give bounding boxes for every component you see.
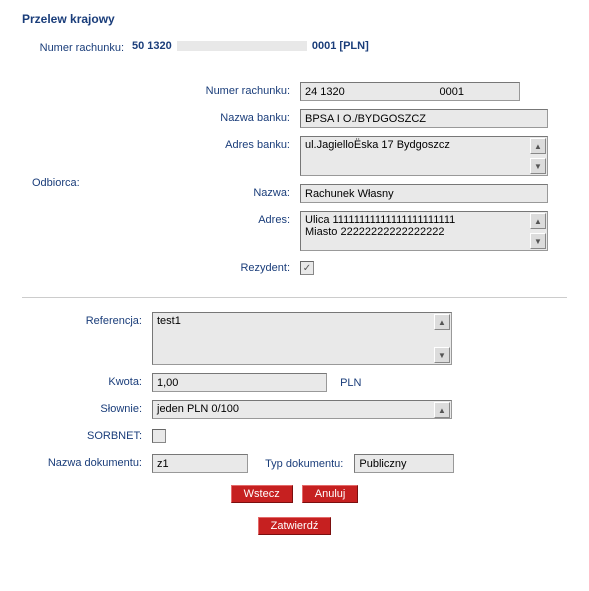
own-account-value: 50 1320 0001 [PLN] [132, 40, 567, 52]
reference-label: Referencja: [22, 312, 152, 327]
scroll-up-icon[interactable]: ▲ [530, 138, 546, 154]
recipient-section-label: Odbiorca: [22, 177, 112, 189]
own-account-label: Numer rachunku: [22, 40, 132, 54]
scroll-down-icon[interactable]: ▼ [530, 158, 546, 174]
doctype-label: Typ dokumentu: [265, 458, 343, 470]
scroll-down-icon[interactable]: ▼ [530, 233, 546, 249]
recipient-account-label: Numer rachunku: [112, 82, 300, 97]
resident-checkbox[interactable]: ✓ [300, 261, 314, 275]
bank-address-label: Adres banku: [112, 136, 300, 151]
form-container: Przelew krajowy Numer rachunku: 50 1320 … [0, 0, 589, 555]
own-account-prefix: 50 1320 [132, 40, 172, 52]
docname-label: Nazwa dokumentu: [22, 454, 152, 469]
amount-label: Kwota: [22, 373, 152, 388]
bank-name-input[interactable] [300, 109, 548, 128]
sorbnet-checkbox[interactable] [152, 429, 166, 443]
scroll-down-icon[interactable]: ▼ [434, 347, 450, 363]
bank-address-text: ul.JagielloËska 17 Bydgoszcz [305, 139, 543, 173]
recipient-name-label: Nazwa: [112, 184, 300, 199]
own-account-masked [177, 41, 307, 51]
own-account-row: Numer rachunku: 50 1320 0001 [PLN] [22, 40, 567, 54]
recipient-name-input[interactable] [300, 184, 548, 203]
cancel-button[interactable]: Anuluj [302, 485, 359, 503]
scroll-up-icon[interactable]: ▲ [434, 402, 450, 418]
button-row: Wstecz Anuluj [22, 483, 567, 505]
details-section: Referencja: test1 ▲ ▼ Kwota: PLN Słownie… [22, 312, 567, 473]
docname-input[interactable] [152, 454, 248, 473]
doctype-input[interactable] [354, 454, 454, 473]
sorbnet-label: SORBNET: [22, 427, 152, 442]
recipient-account-input[interactable] [300, 82, 520, 101]
button-row-2: Zatwierdź [22, 515, 567, 537]
recipient-address-textarea[interactable]: Ulica 11111111111111111111111 Miasto 222… [300, 211, 548, 251]
back-button[interactable]: Wstecz [231, 485, 293, 503]
bank-name-label: Nazwa banku: [112, 109, 300, 124]
words-textarea[interactable]: jeden PLN 0/100 ▲ ▼ [152, 400, 452, 419]
scroll-up-icon[interactable]: ▲ [530, 213, 546, 229]
words-text: jeden PLN 0/100 [157, 403, 447, 416]
divider [22, 297, 567, 298]
amount-input[interactable] [152, 373, 327, 392]
recipient-address-label: Adres: [112, 211, 300, 226]
confirm-button[interactable]: Zatwierdź [258, 517, 332, 535]
words-label: Słownie: [22, 400, 152, 415]
scroll-up-icon[interactable]: ▲ [434, 314, 450, 330]
bank-address-textarea[interactable]: ul.JagielloËska 17 Bydgoszcz ▲ ▼ [300, 136, 548, 176]
own-account-suffix: 0001 [PLN] [312, 40, 369, 52]
reference-textarea[interactable]: test1 ▲ ▼ [152, 312, 452, 365]
page-title: Przelew krajowy [22, 12, 567, 26]
recipient-address-text: Ulica 11111111111111111111111 Miasto 222… [305, 214, 543, 248]
recipient-section: Odbiorca: Numer rachunku: Nazwa banku: A… [22, 82, 567, 283]
reference-text: test1 [157, 315, 447, 362]
resident-label: Rezydent: [112, 259, 300, 274]
currency-label: PLN [340, 377, 361, 389]
